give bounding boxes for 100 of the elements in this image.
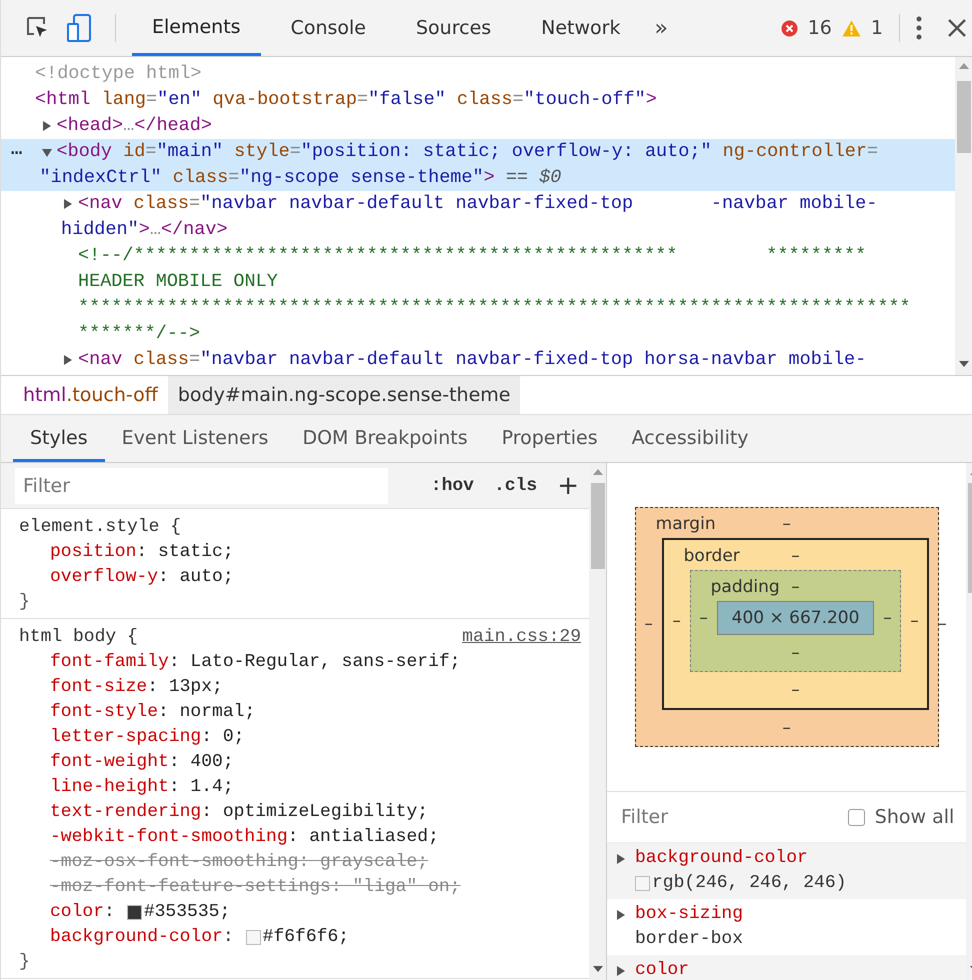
breadcrumb[interactable]: body#main.ng-scope.sense-theme: [168, 376, 520, 414]
code-line[interactable]: <head>…</head>: [56, 115, 212, 136]
code-line[interactable]: ***************************************************************************: [78, 297, 911, 318]
more-tabs-button[interactable]: »: [654, 16, 668, 40]
property-value[interactable]: #353535;: [144, 900, 230, 925]
expand-arrow-icon[interactable]: [617, 854, 625, 864]
node-menu-dots[interactable]: …: [11, 139, 22, 161]
scrollbar[interactable]: [589, 463, 606, 980]
breadcrumb[interactable]: html.touch-off: [13, 376, 168, 414]
collapse-arrow-icon[interactable]: [42, 149, 52, 157]
warning-count[interactable]: 1: [870, 17, 883, 39]
property-value: border-box: [635, 928, 744, 951]
new-rule-button[interactable]: +: [557, 470, 579, 500]
code-line[interactable]: <nav class="navbar navbar-default navbar-fixed-top horsa-navbar mobile-: [78, 349, 866, 370]
sidebar-tab[interactable]: Properties: [484, 415, 615, 462]
panel-tab[interactable]: Console: [270, 0, 386, 56]
rule-selector: html body {: [19, 626, 138, 649]
property-name[interactable]: -webkit-font-smoothing: [50, 825, 288, 850]
box-value: –: [882, 608, 893, 628]
checkbox[interactable]: [848, 808, 865, 826]
property-value[interactable]: : "liga" on;: [330, 875, 460, 900]
box-value: –: [790, 679, 801, 702]
show-all-label[interactable]: Show all: [874, 806, 954, 828]
code-line[interactable]: <body id="main" style="position: static; overflow-y: auto;" ng-controller=: [56, 141, 878, 162]
property-name[interactable]: color: [635, 960, 690, 980]
expand-arrow-icon[interactable]: [64, 199, 72, 209]
property-name[interactable]: font-family: [50, 650, 169, 675]
code-line[interactable]: HEADER MOBILE ONLY: [78, 271, 278, 292]
box-value: –: [781, 717, 792, 740]
sidebar-tab[interactable]: Event Listeners: [104, 415, 286, 462]
property-name[interactable]: background-color: [635, 848, 808, 868]
box-value: –: [791, 577, 800, 597]
expand-arrow-icon[interactable]: [64, 355, 72, 365]
code-line[interactable]: *******/-->: [78, 323, 200, 344]
property-value[interactable]: : 400;: [168, 750, 234, 775]
source-link[interactable]: main.css:29: [462, 625, 581, 650]
content-box: 400 × 667.200: [716, 601, 874, 635]
class-toggle-button[interactable]: .cls: [494, 476, 538, 496]
sidebar-tab[interactable]: Accessibility: [614, 415, 766, 462]
close-icon[interactable]: [948, 19, 966, 37]
property-value[interactable]: : antialiased;: [288, 825, 439, 850]
property-name[interactable]: letter-spacing: [50, 725, 202, 750]
property-value[interactable]: : 1.4;: [168, 775, 234, 800]
property-value[interactable]: : static;: [136, 540, 234, 565]
color-swatch[interactable]: [635, 876, 650, 891]
property-name[interactable]: line-height: [50, 775, 169, 800]
box-label: margin: [654, 514, 717, 534]
box-label: border: [682, 546, 741, 566]
scrollbar[interactable]: [955, 57, 972, 375]
property-name[interactable]: box-sizing: [635, 904, 744, 924]
box-value: –: [698, 608, 709, 628]
property-name[interactable]: -moz-font-feature-settings: [50, 875, 331, 900]
code-line[interactable]: <html lang="en" qva-bootstrap="false" class="touch-off">: [35, 89, 657, 110]
sidebar-tab[interactable]: DOM Breakpoints: [285, 415, 485, 462]
box-value: –: [937, 614, 948, 634]
code-line[interactable]: hidden">…</nav>: [61, 219, 228, 240]
box-value: –: [671, 611, 682, 631]
filter-field[interactable]: Filter: [15, 468, 388, 504]
panel-tab[interactable]: Sources: [396, 0, 512, 56]
warning-icon: [842, 20, 861, 36]
expand-arrow-icon[interactable]: [617, 910, 625, 920]
property-name[interactable]: font-style: [50, 700, 158, 725]
code-line[interactable]: <nav class="navbar navbar-default navbar-fixed-top -navbar mobile-: [78, 193, 878, 214]
expand-arrow-icon[interactable]: [42, 121, 50, 131]
property-name[interactable]: overflow-y: [50, 565, 158, 590]
property-value[interactable]: : 0;: [201, 725, 244, 750]
property-value[interactable]: : normal;: [158, 700, 256, 725]
closing-brace: }: [19, 591, 31, 614]
expand-arrow-icon[interactable]: [617, 966, 625, 976]
color-swatch[interactable]: [126, 905, 142, 920]
property-name[interactable]: font-size: [50, 675, 148, 700]
property-name[interactable]: background-color: [50, 925, 223, 950]
filter-field[interactable]: Filter: [619, 805, 838, 829]
box-value: –: [643, 614, 654, 634]
closing-brace: }: [19, 951, 31, 974]
property-value[interactable]: #f6f6f6;: [262, 925, 350, 950]
property-name[interactable]: position: [50, 540, 136, 565]
panel-tab[interactable]: Network: [521, 0, 640, 56]
rule-selector: element.style {: [19, 516, 182, 539]
code-line[interactable]: <!--/************************************************* *********: [78, 245, 866, 266]
kebab-menu-icon[interactable]: [916, 16, 922, 40]
property-name[interactable]: text-rendering: [50, 800, 202, 825]
device-toolbar-icon[interactable]: [67, 14, 93, 42]
color-swatch[interactable]: [246, 930, 261, 945]
box-value: –: [790, 642, 801, 665]
property-name[interactable]: color: [50, 900, 104, 925]
hover-state-button[interactable]: :hov: [430, 476, 474, 496]
property-name[interactable]: font-weight: [50, 750, 169, 775]
property-value[interactable]: : auto;: [158, 565, 234, 590]
property-value[interactable]: : Lato-Regular, sans-serif;: [168, 650, 460, 675]
property-value[interactable]: : 13px;: [147, 675, 223, 700]
code-line[interactable]: "indexCtrl" class="ng-scope sense-theme"> == $0: [40, 167, 562, 188]
error-count[interactable]: 16: [808, 17, 832, 39]
property-value[interactable]: : grayscale;: [298, 850, 428, 875]
error-icon: [780, 20, 798, 36]
box-value: –: [909, 611, 920, 631]
property-value[interactable]: : optimizeLegibility;: [201, 800, 428, 825]
property-name[interactable]: -moz-osx-font-smoothing: [50, 850, 298, 875]
colon: :: [104, 901, 115, 924]
property-value: rgb(246, 246, 246): [652, 872, 846, 895]
